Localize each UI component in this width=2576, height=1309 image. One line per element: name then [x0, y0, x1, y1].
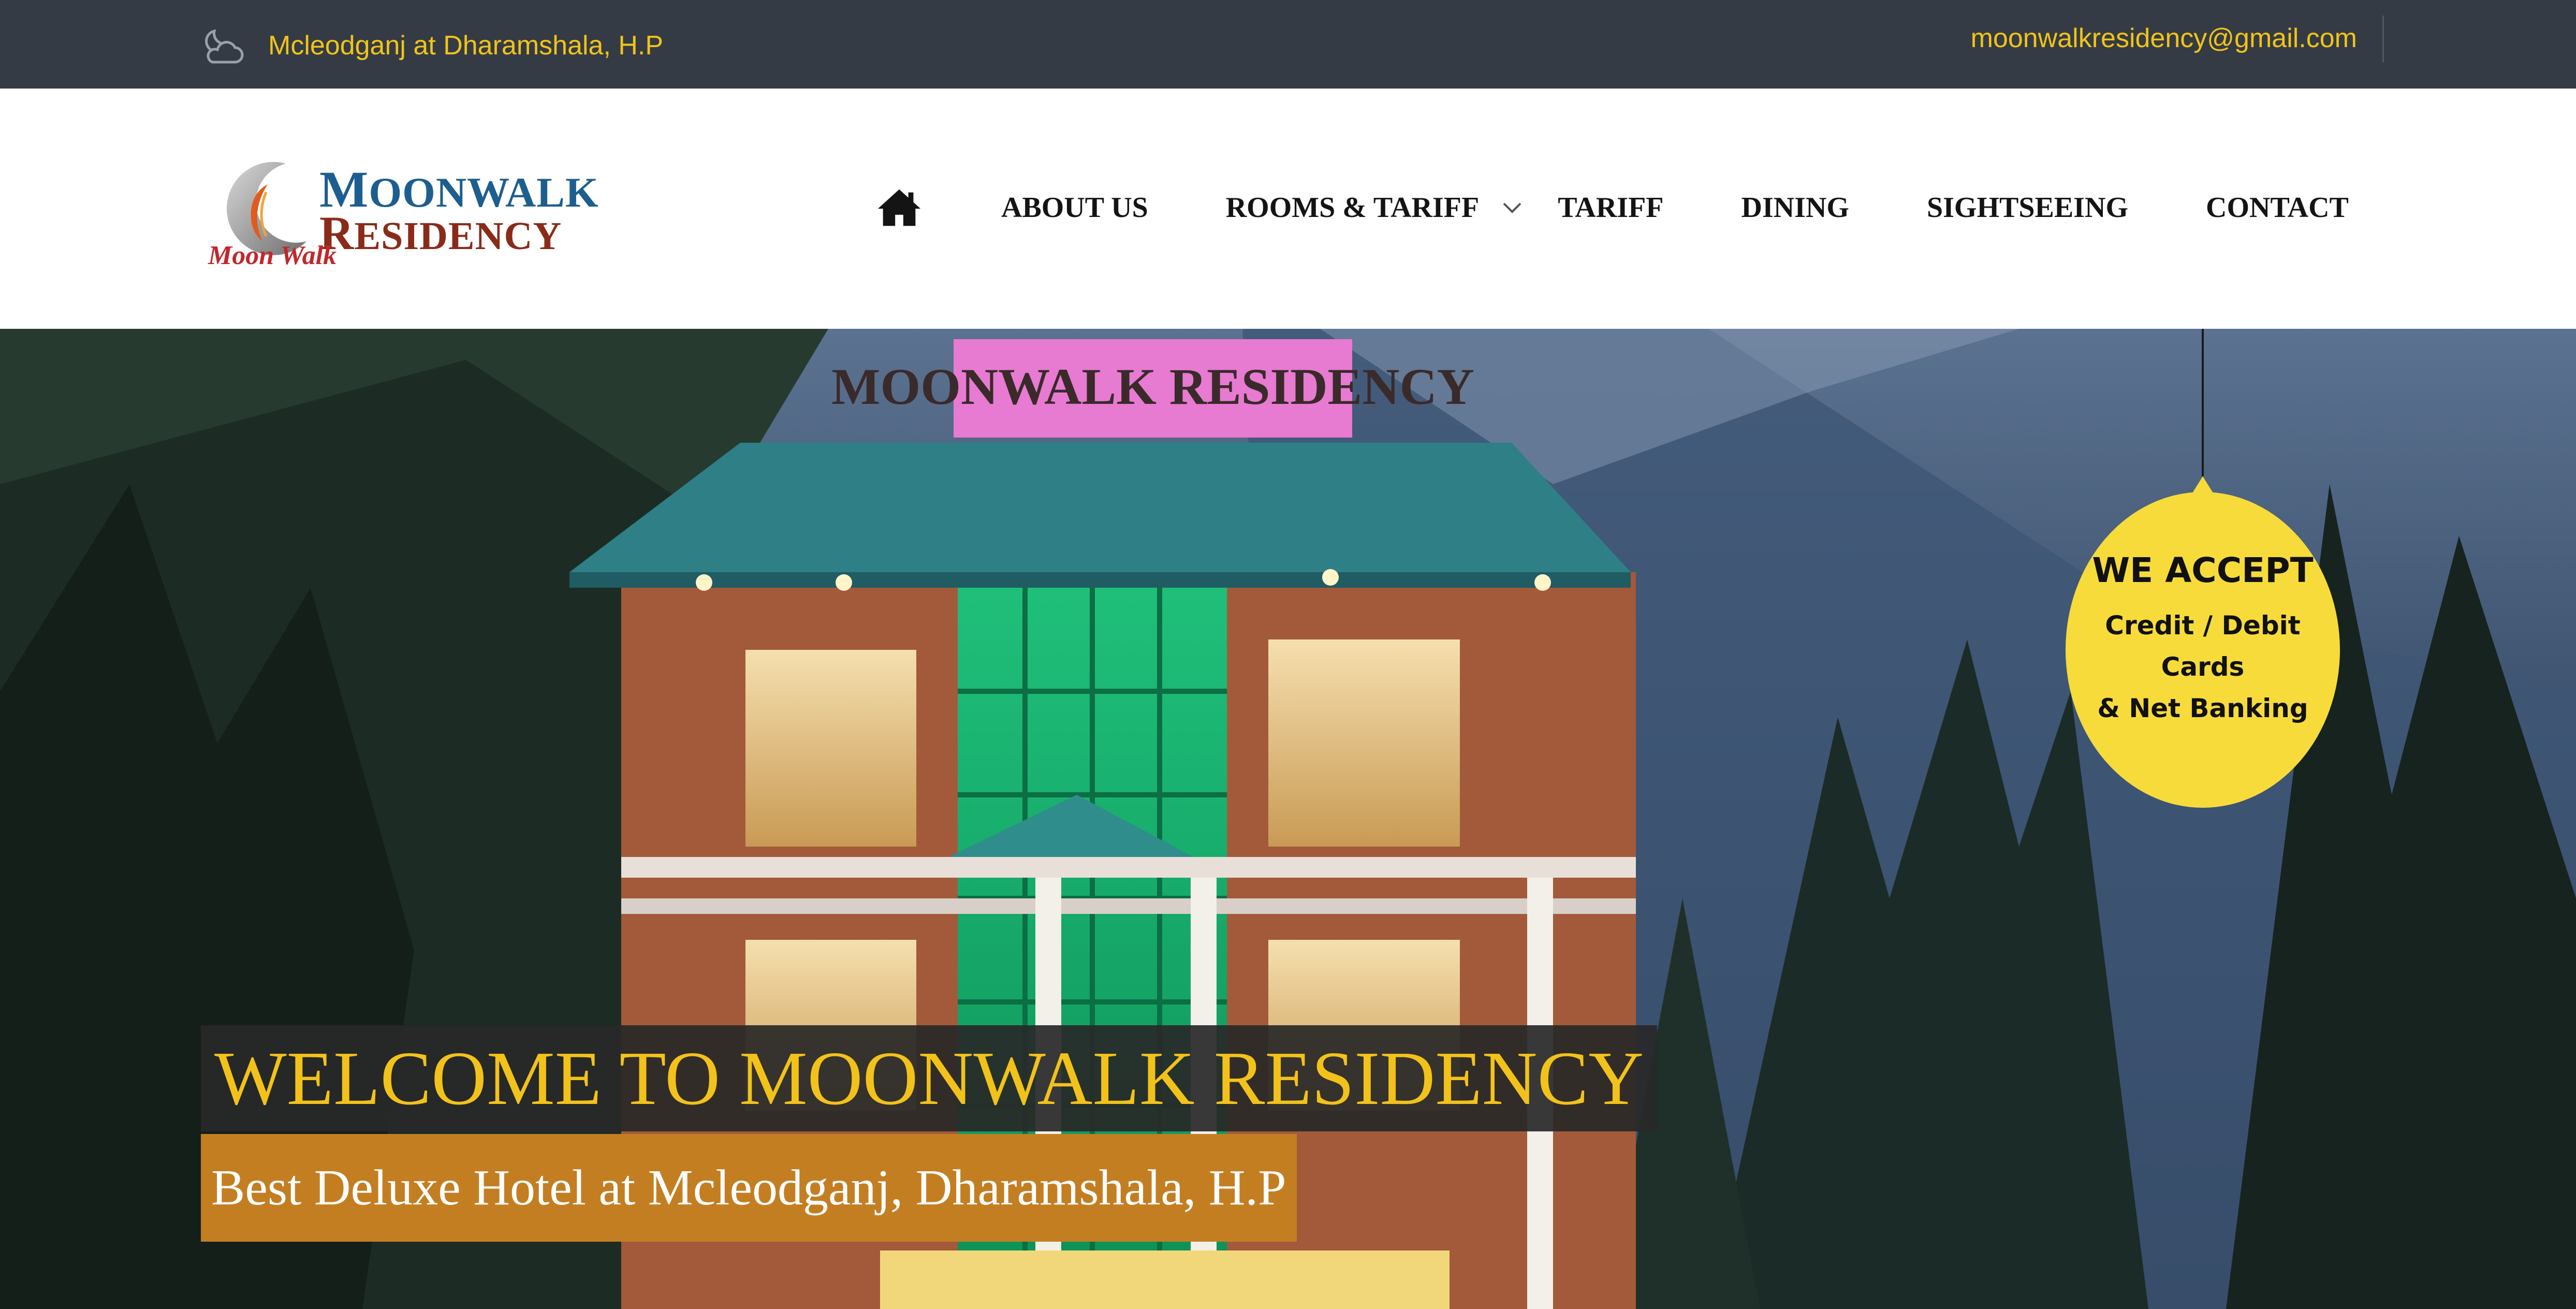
- badge-line-cards: Credit / Debit Cards: [2105, 610, 2301, 682]
- payment-badge: WE ACCEPT Credit / Debit Cards & Net Ban…: [2066, 476, 2340, 813]
- divider: [2382, 16, 2384, 62]
- welcome-heading: WELCOME TO MOONWALK RESIDENCY: [214, 1036, 1644, 1121]
- logo-line-residency: RESIDENCY: [319, 207, 562, 259]
- main-nav: ABOUT US ROOMS & TARIFF TARIFF DINING SI…: [875, 179, 2349, 236]
- site-logo[interactable]: MOONWALK RESIDENCY Moon Walk: [208, 153, 622, 272]
- badge-heading: WE ACCEPT: [2092, 550, 2314, 590]
- site-header: MOONWALK RESIDENCY Moon Walk ABOUT US RO…: [0, 89, 2576, 329]
- location-info: Mcleodganj at Dharamshala, H.P: [200, 21, 663, 70]
- badge-line-netbanking: & Net Banking: [2097, 693, 2308, 723]
- logo-line-moonwalk: MOONWALK: [319, 161, 599, 218]
- nav-rooms-tariff[interactable]: ROOMS & TARIFF: [1226, 191, 1479, 224]
- nav-sightseeing[interactable]: SIGHTSEEING: [1927, 191, 2128, 224]
- badge-string: [2202, 329, 2204, 476]
- logo-script-text: Moon Walk: [208, 241, 337, 270]
- tagline-banner: Best Deluxe Hotel at Mcleodganj, Dharams…: [201, 1134, 1297, 1242]
- nav-dining[interactable]: DINING: [1741, 191, 1849, 224]
- cloud-moon-icon: [205, 29, 244, 64]
- nav-contact[interactable]: CONTACT: [2206, 191, 2349, 224]
- email-link[interactable]: moonwalkresidency@gmail.com: [1971, 23, 2357, 54]
- nav-tariff[interactable]: TARIFF: [1558, 191, 1663, 224]
- tagline-text: Best Deluxe Hotel at Mcleodganj, Dharams…: [211, 1160, 1286, 1216]
- chevron-down-icon[interactable]: [1500, 195, 1525, 220]
- building-sign: MOONWALK RESIDENCY: [831, 358, 1474, 415]
- home-icon[interactable]: [875, 183, 924, 232]
- location-text: Mcleodganj at Dharamshala, H.P: [268, 31, 664, 61]
- top-bar: Mcleodganj at Dharamshala, H.P moonwalkr…: [0, 0, 2576, 89]
- nav-about-us[interactable]: ABOUT US: [1001, 191, 1148, 224]
- badge-disc: WE ACCEPT Credit / Debit Cards & Net Ban…: [2066, 492, 2340, 808]
- welcome-banner: WELCOME TO MOONWALK RESIDENCY: [201, 1025, 1658, 1131]
